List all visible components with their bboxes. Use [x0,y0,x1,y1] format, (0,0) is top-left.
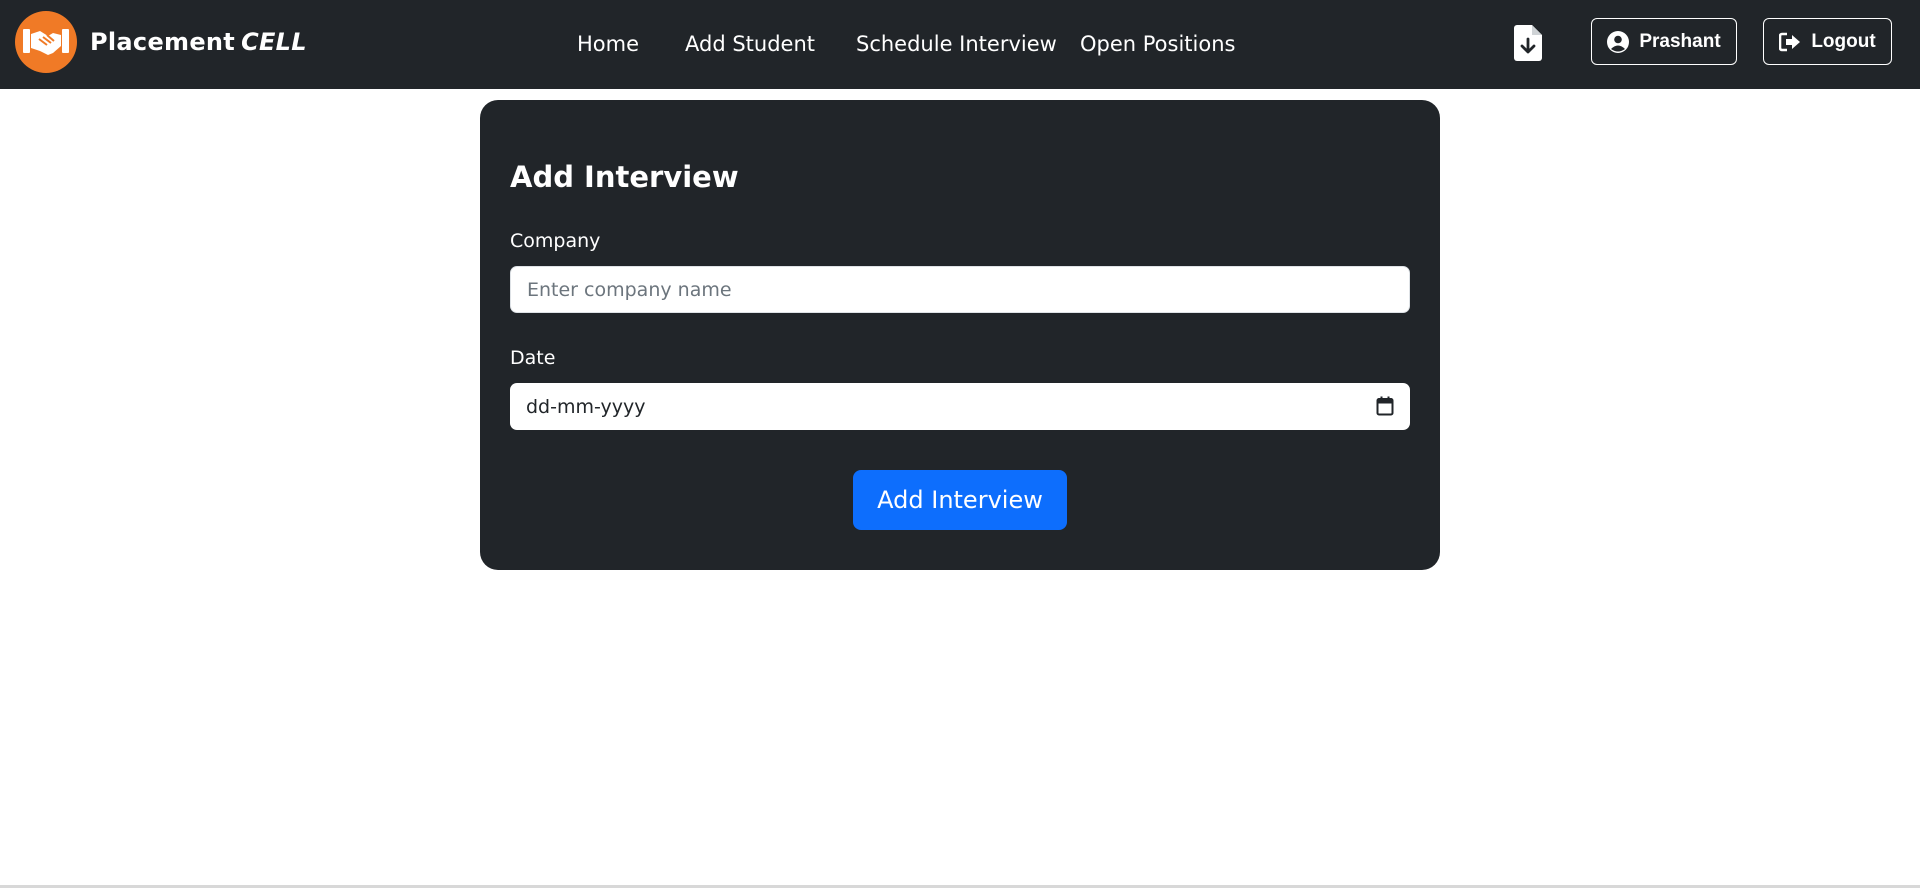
nav-home[interactable]: Home [577,26,639,62]
user-name: Prashant [1639,30,1721,52]
form-title: Add Interview [510,160,739,194]
nav-schedule-interview[interactable]: Schedule Interview [856,26,1057,62]
brand-name-suffix: CELL [241,28,307,56]
nav-open-positions[interactable]: Open Positions [1080,26,1235,62]
brand[interactable]: Placement CELL [15,10,307,74]
calendar-icon[interactable] [1376,396,1394,416]
file-download-icon[interactable] [1514,25,1542,61]
add-interview-button[interactable]: Add Interview [853,470,1067,530]
add-interview-card: Add Interview Company Date dd-mm-yyyy Ad… [480,100,1440,570]
logout-label: Logout [1811,30,1876,52]
handshake-icon [15,11,77,73]
brand-name-main: Placement [90,28,236,56]
user-circle-icon [1607,30,1630,53]
date-input[interactable]: dd-mm-yyyy [510,383,1410,430]
user-profile-button[interactable]: Prashant [1591,18,1737,65]
logout-button[interactable]: Logout [1763,18,1892,65]
company-input[interactable] [510,266,1410,313]
nav-add-student[interactable]: Add Student [685,26,815,62]
date-value: dd-mm-yyyy [526,395,646,418]
date-label: Date [510,347,556,369]
brand-name: Placement CELL [90,28,307,56]
page-bottom-border [0,885,1920,888]
logout-icon [1779,32,1801,51]
navbar: Placement CELL Home Add Student Schedule … [0,0,1920,89]
company-label: Company [510,230,601,252]
